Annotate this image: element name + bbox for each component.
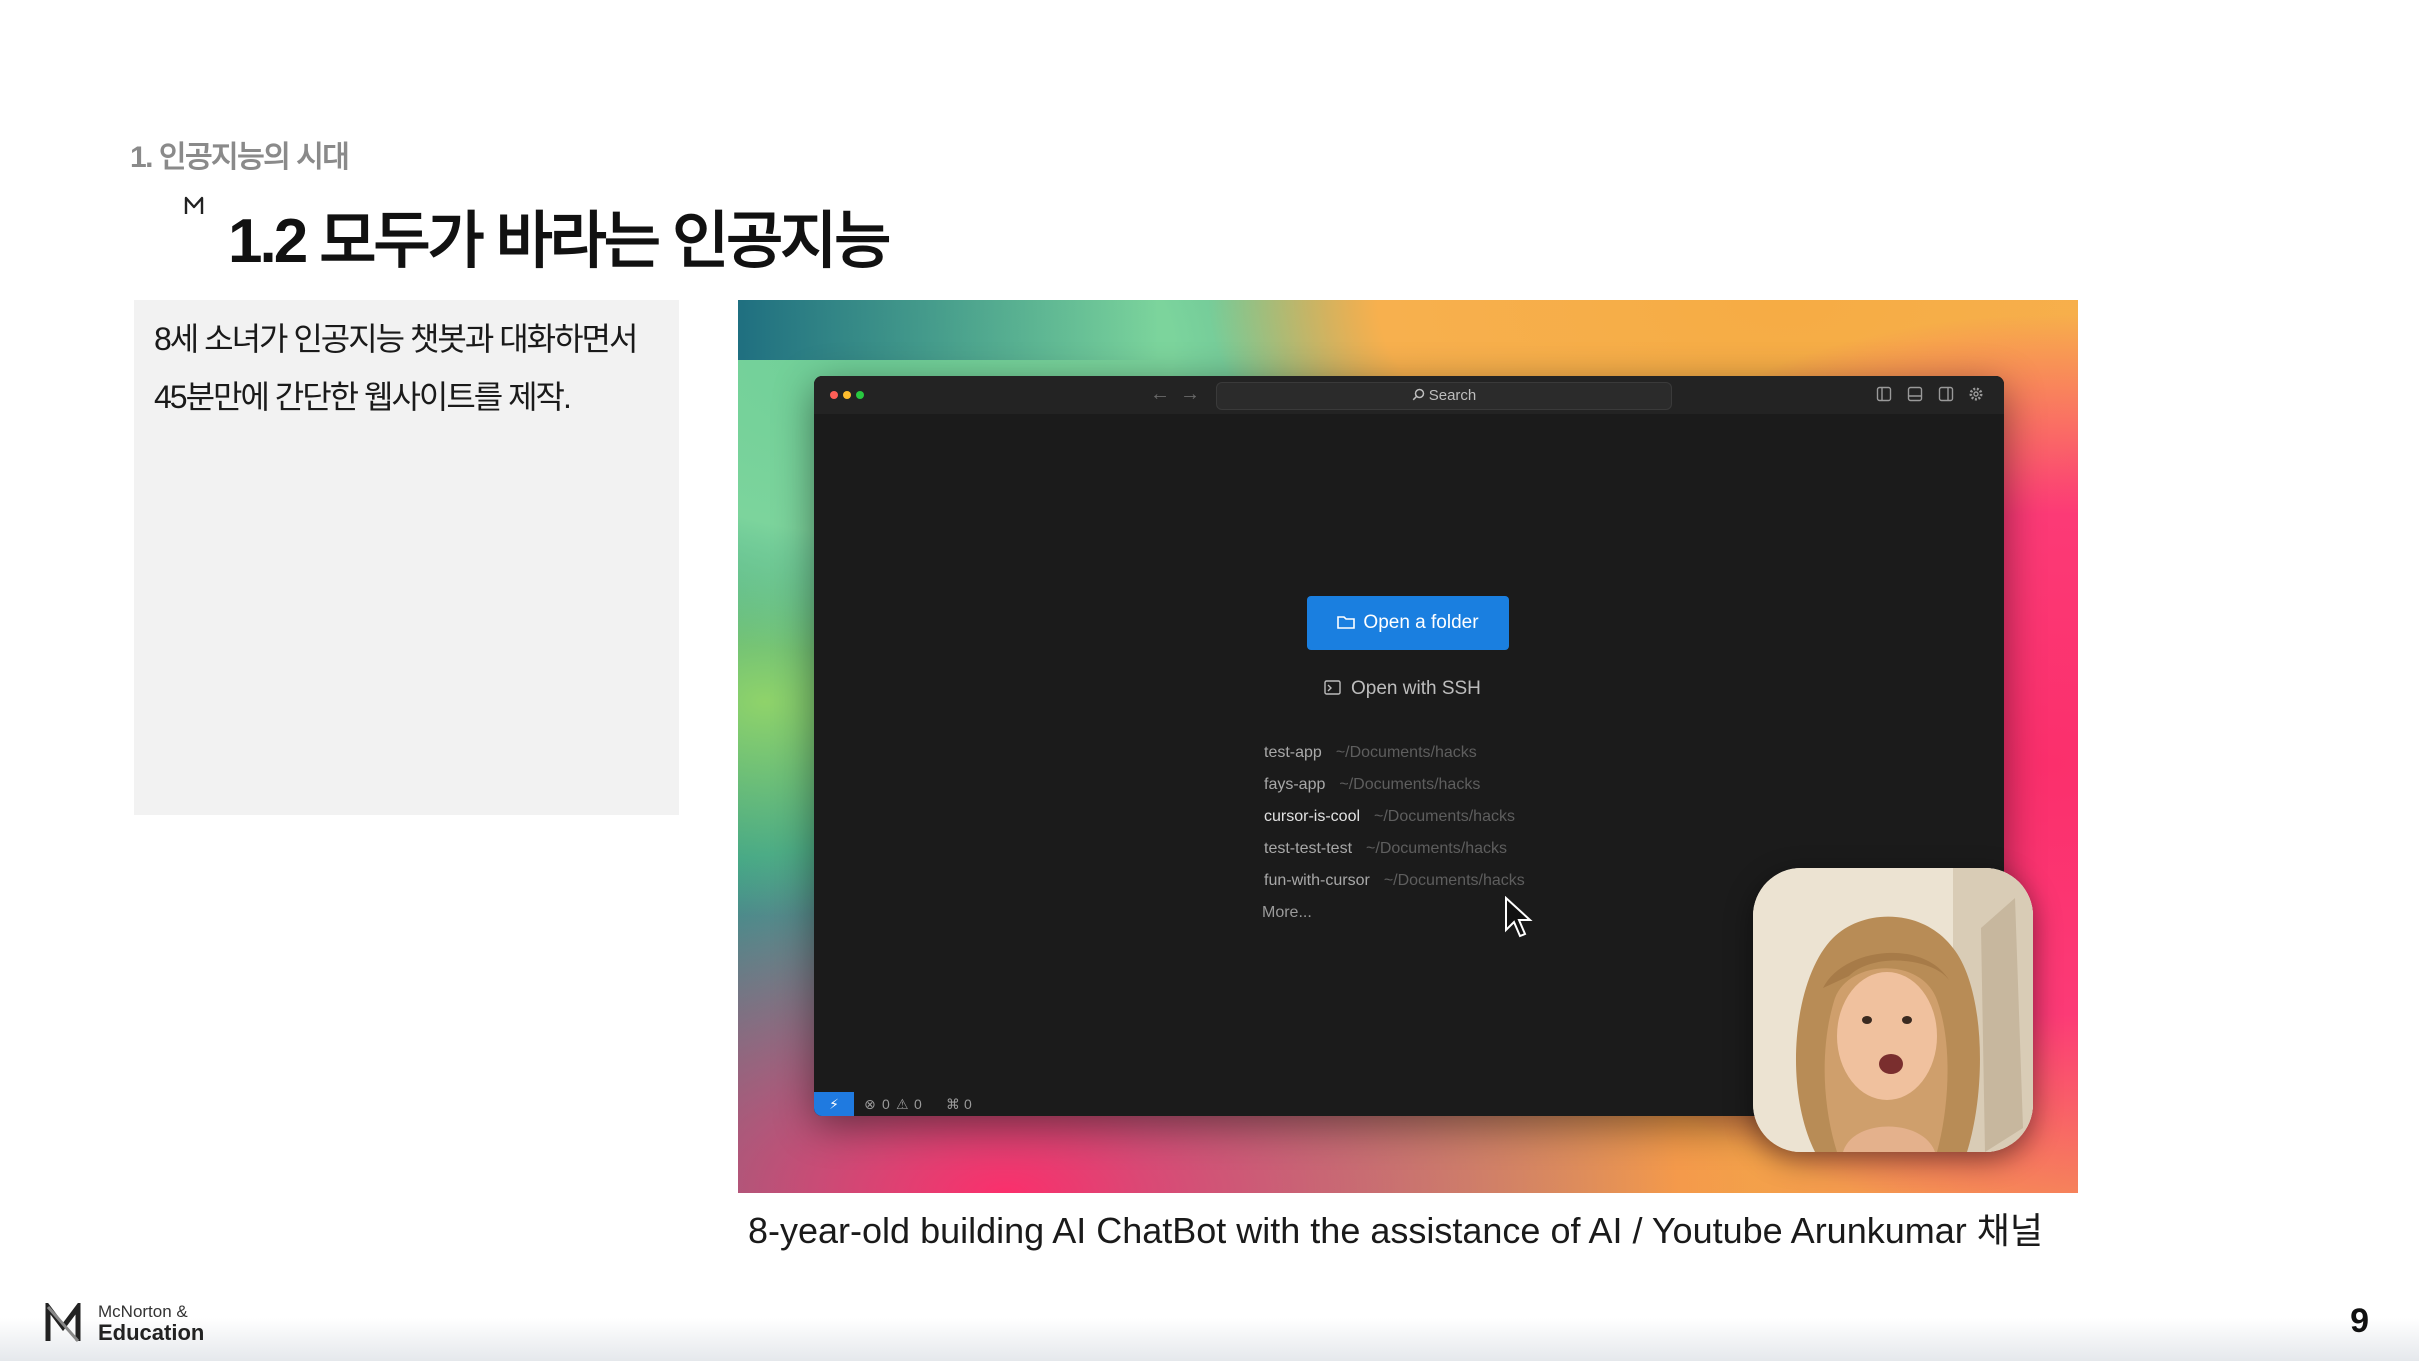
recent-project[interactable]: fun-with-cursor ~/Documents/hacks	[1264, 872, 1525, 890]
brand-name-line1: McNorton &	[98, 1302, 188, 1321]
toggle-secondary-sidebar-icon[interactable]	[1938, 386, 1954, 402]
recent-project-name: cursor-is-cool	[1264, 808, 1361, 825]
webcam-person-image	[1753, 868, 2033, 1152]
remote-indicator-icon[interactable]: ⚡	[814, 1092, 854, 1116]
description-line-1: 8세 소녀가 인공지능 챗봇과 대화하면서	[154, 321, 638, 357]
recent-project-path: ~/Documents/hacks	[1335, 744, 1477, 761]
error-count[interactable]: 0	[882, 1096, 890, 1112]
brand-name-line2: Education	[98, 1320, 205, 1345]
recent-project-name: test-app	[1264, 744, 1322, 761]
logo-mark-icon	[184, 196, 204, 214]
recent-project-path: ~/Documents/hacks	[1339, 776, 1481, 793]
recent-project-path: ~/Documents/hacks	[1374, 808, 1515, 825]
footer-bar	[0, 1318, 2419, 1361]
webcam-overlay	[1753, 868, 2033, 1152]
recent-project-path: ~/Documents/hacks	[1366, 840, 1507, 857]
window-close-dot[interactable]	[830, 391, 838, 399]
window-minimize-dot[interactable]	[843, 391, 851, 399]
open-ssh-label: Open with SSH	[1351, 678, 1481, 699]
recent-project[interactable]: cursor-is-cool ~/Documents/hacks	[1264, 808, 1515, 826]
search-bar[interactable]: Search	[1216, 382, 1672, 410]
warning-icon: ⚠	[896, 1096, 909, 1112]
open-ssh-button[interactable]: Open with SSH	[1324, 678, 1481, 700]
recent-project-name: test-test-test	[1264, 840, 1353, 857]
editor-titlebar: ← → Search	[814, 376, 2004, 414]
page-number: 9	[2350, 1302, 2369, 1340]
description-line-2: 45분만에 간단한 웹사이트를 제작.	[154, 379, 572, 415]
more-projects-link[interactable]: More...	[1262, 904, 1312, 922]
recent-project-path: ~/Documents/hacks	[1383, 872, 1525, 889]
mouse-cursor-icon	[1505, 896, 1533, 938]
section-label: 1. 인공지능의 시대	[130, 141, 350, 174]
recent-project-name: fays-app	[1264, 776, 1326, 793]
recent-project[interactable]: test-app ~/Documents/hacks	[1264, 744, 1477, 762]
video-screenshot: ← → Search Open a folder Open with SSH t…	[738, 300, 2078, 1193]
toggle-sidebar-icon[interactable]	[1876, 386, 1892, 402]
folder-icon	[1337, 616, 1356, 629]
recent-project[interactable]: fays-app ~/Documents/hacks	[1264, 776, 1480, 794]
toggle-panel-icon[interactable]	[1907, 386, 1923, 402]
search-label: Search	[1428, 387, 1477, 404]
ports-icon: ⌘	[946, 1096, 960, 1112]
back-arrow-icon[interactable]: ←	[1150, 383, 1170, 406]
open-folder-label: Open a folder	[1363, 612, 1479, 633]
description-box: 8세 소녀가 인공지능 챗봇과 대화하면서 45분만에 간단한 웹사이트를 제작…	[134, 300, 679, 815]
recent-project[interactable]: test-test-test ~/Documents/hacks	[1264, 840, 1507, 858]
open-folder-button[interactable]: Open a folder	[1307, 596, 1509, 650]
gear-icon[interactable]	[1968, 386, 1984, 402]
terminal-icon	[1324, 680, 1341, 695]
mcnorton-logo-icon	[45, 1303, 81, 1342]
warning-count[interactable]: 0	[914, 1096, 922, 1112]
slide-title: 1.2 모두가 바라는 인공지능	[228, 207, 891, 276]
forward-arrow-icon[interactable]: →	[1180, 383, 1200, 406]
search-icon	[1412, 388, 1424, 401]
error-icon: ⊗	[864, 1096, 876, 1112]
video-caption: 8-year-old building AI ChatBot with the …	[748, 1210, 2043, 1251]
recent-project-name: fun-with-cursor	[1264, 872, 1370, 889]
ports-count[interactable]: 0	[964, 1096, 972, 1112]
window-maximize-dot[interactable]	[856, 391, 864, 399]
